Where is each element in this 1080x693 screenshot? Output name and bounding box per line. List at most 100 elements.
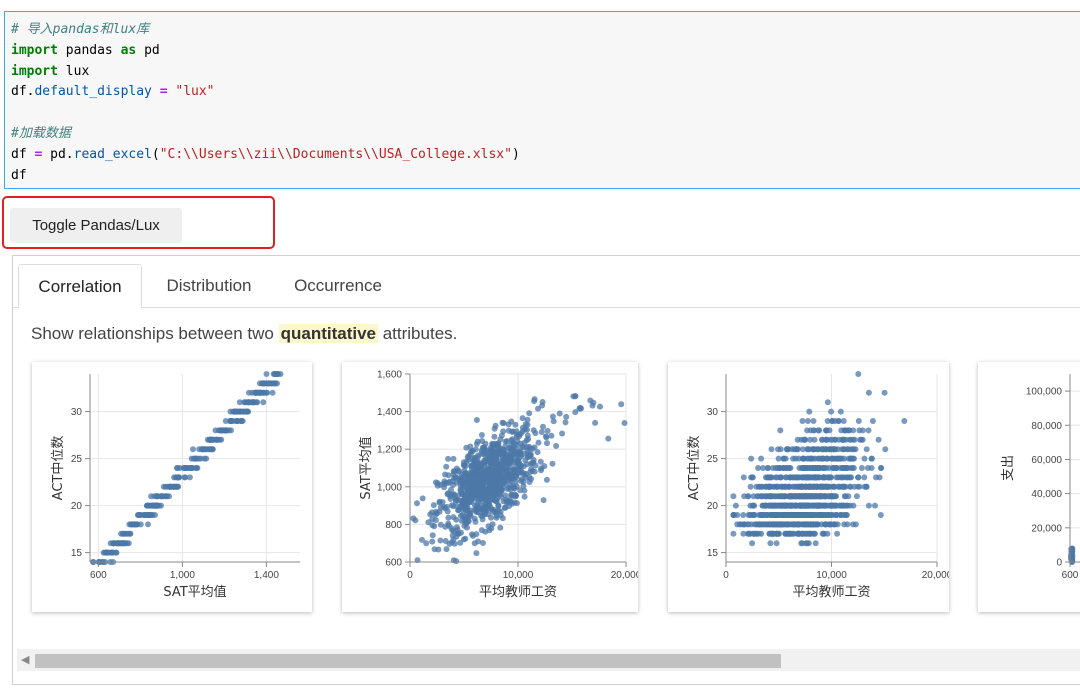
data-point bbox=[497, 524, 504, 531]
data-point bbox=[812, 540, 819, 547]
data-point bbox=[875, 436, 882, 443]
data-point bbox=[444, 503, 450, 510]
data-point bbox=[764, 465, 771, 471]
tab-occurrence[interactable]: Occurrence bbox=[285, 264, 391, 307]
data-point bbox=[740, 474, 747, 481]
description-text: Show relationships between two bbox=[31, 324, 279, 343]
lux-widget: Correlation Distribution Occurrence Show… bbox=[12, 255, 1080, 685]
code-cell[interactable]: # 导入pandas和lux库 import pandas as pd import… bbox=[4, 11, 1080, 189]
code-token: pd. bbox=[42, 146, 74, 162]
chart-card-2[interactable]: 600 800 1,000 1,200 1,400 1,600 0 10,000 20,000 平… bbox=[342, 362, 638, 612]
data-point bbox=[804, 540, 811, 547]
data-point bbox=[437, 537, 444, 544]
data-point bbox=[263, 371, 270, 377]
data-point bbox=[800, 455, 807, 462]
data-point bbox=[810, 521, 817, 528]
data-point bbox=[775, 530, 782, 537]
data-point bbox=[436, 508, 443, 515]
data-point bbox=[817, 493, 824, 500]
data-point bbox=[799, 418, 806, 424]
data-point bbox=[841, 521, 848, 528]
data-point bbox=[811, 530, 818, 537]
data-point bbox=[861, 474, 868, 481]
data-point bbox=[170, 483, 177, 490]
data-point bbox=[119, 540, 126, 547]
toggle-pandas-lux-button[interactable]: Toggle Pandas/Lux bbox=[10, 208, 182, 243]
data-point bbox=[456, 497, 463, 504]
data-point bbox=[450, 455, 457, 462]
data-point bbox=[760, 521, 767, 528]
data-point bbox=[236, 408, 243, 415]
data-point bbox=[445, 455, 452, 462]
scroll-left-icon[interactable]: ◀ bbox=[21, 653, 29, 666]
code-token: lux bbox=[57, 63, 90, 79]
data-point bbox=[821, 502, 827, 509]
data-point bbox=[193, 465, 200, 471]
data-point bbox=[771, 512, 778, 518]
data-point bbox=[469, 479, 476, 486]
data-point bbox=[455, 467, 462, 474]
code-editor[interactable]: # 导入pandas和lux库 import pandas as pd import… bbox=[11, 20, 520, 186]
data-point bbox=[514, 438, 521, 445]
data-point bbox=[253, 389, 260, 396]
data-point bbox=[186, 465, 193, 471]
data-point bbox=[850, 436, 857, 443]
horizontal-scrollbar[interactable]: ◀ bbox=[17, 649, 1080, 671]
data-point bbox=[826, 493, 833, 500]
data-point bbox=[429, 532, 436, 539]
data-point bbox=[597, 403, 603, 410]
scatter-chart-act-salary: 15 20 25 30 0 10,000 20,000 平均教师工资 ACT中位数 bbox=[687, 371, 949, 600]
data-point bbox=[841, 446, 848, 453]
data-point bbox=[532, 430, 539, 437]
x-tick-label: 600 bbox=[1062, 570, 1079, 581]
data-point bbox=[513, 428, 520, 435]
data-point bbox=[505, 421, 512, 428]
data-point bbox=[194, 455, 200, 462]
data-point bbox=[497, 467, 504, 474]
data-point bbox=[833, 455, 839, 462]
data-point bbox=[482, 528, 489, 535]
code-line: import pandas as pd bbox=[11, 41, 520, 62]
data-point bbox=[749, 512, 756, 518]
data-point bbox=[538, 467, 544, 474]
data-point bbox=[512, 492, 519, 499]
chart-card-3[interactable]: 15 20 25 30 0 10,000 20,000 平均教师工资 ACT中位数 bbox=[668, 362, 949, 612]
data-point bbox=[801, 436, 808, 443]
data-point bbox=[490, 457, 497, 463]
data-point bbox=[858, 465, 865, 471]
tab-correlation[interactable]: Correlation bbox=[18, 264, 142, 308]
data-point bbox=[423, 540, 430, 547]
data-point bbox=[730, 493, 737, 500]
scrollbar-thumb[interactable] bbox=[35, 654, 781, 668]
data-point bbox=[744, 521, 751, 528]
tab-distribution[interactable]: Distribution bbox=[153, 264, 265, 307]
x-axis-label: 平均教师工资 bbox=[792, 584, 870, 600]
code-line: df.default_display = "lux" bbox=[11, 82, 520, 103]
data-point bbox=[794, 436, 801, 443]
data-point bbox=[770, 465, 776, 471]
data-point bbox=[482, 459, 488, 466]
data-point bbox=[550, 418, 557, 425]
data-point bbox=[504, 474, 511, 481]
data-point bbox=[806, 408, 813, 415]
chart-card-4[interactable]: 0 20,000 40,000 60,000 80,000 100,000 600 支出 bbox=[978, 362, 1080, 612]
data-point bbox=[559, 430, 566, 437]
data-point bbox=[478, 432, 485, 438]
data-point bbox=[465, 512, 472, 519]
y-tick-label: 0 bbox=[1056, 558, 1062, 569]
data-point bbox=[166, 493, 172, 500]
data-point bbox=[775, 446, 781, 453]
data-point bbox=[263, 380, 270, 387]
data-point bbox=[767, 483, 774, 490]
data-point bbox=[824, 399, 831, 406]
code-token: import bbox=[11, 42, 58, 58]
data-point bbox=[863, 483, 870, 490]
code-token: pandas bbox=[57, 42, 121, 58]
data-point bbox=[524, 432, 531, 439]
chart-card-1[interactable]: 15 20 25 30 600 1,000 1,400 SAT平均值 ACT中位数 bbox=[32, 362, 312, 612]
data-point bbox=[822, 436, 829, 443]
data-point bbox=[500, 460, 507, 467]
data-point bbox=[730, 512, 737, 518]
data-point bbox=[145, 521, 151, 528]
